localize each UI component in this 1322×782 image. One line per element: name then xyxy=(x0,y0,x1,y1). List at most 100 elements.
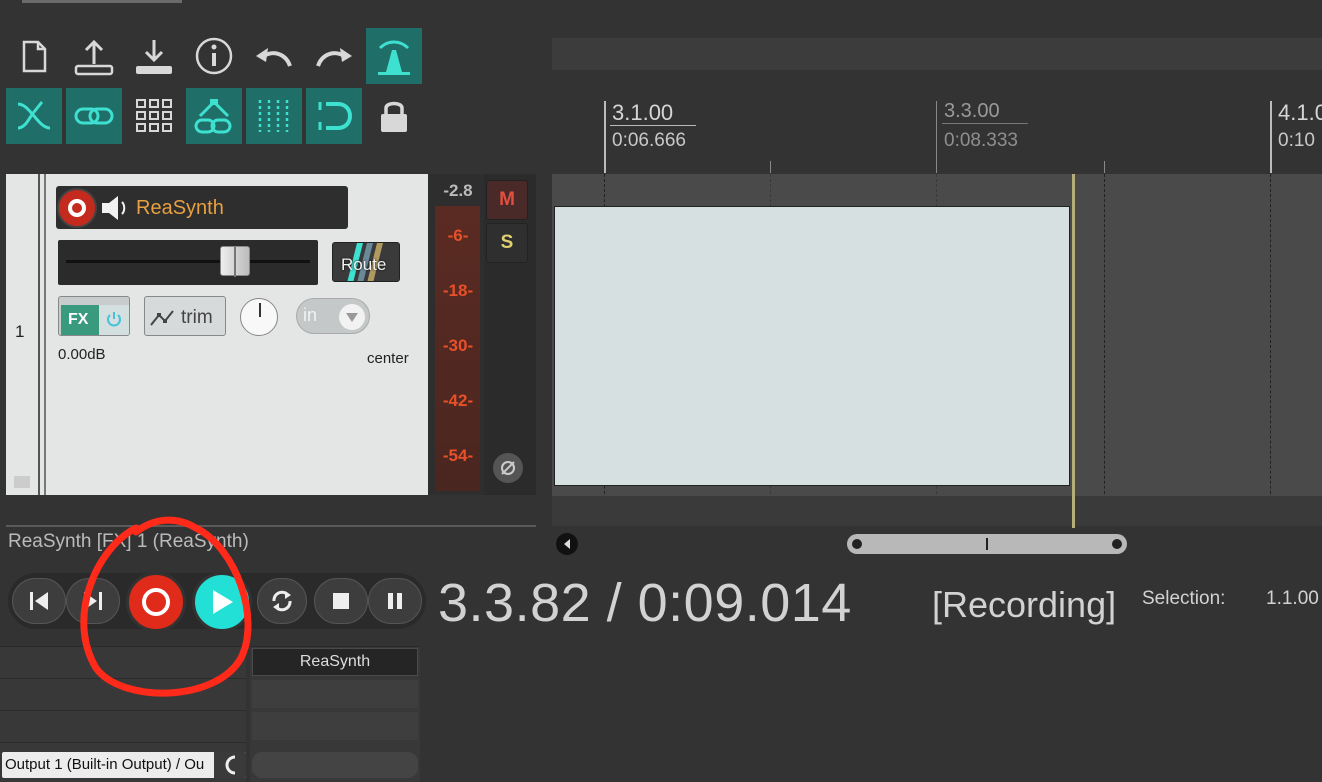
lock-button[interactable] xyxy=(366,88,422,144)
record-arm-button[interactable] xyxy=(57,188,97,228)
redo-button[interactable] xyxy=(306,28,362,84)
scroll-left-button[interactable] xyxy=(556,533,578,555)
fx-label: FX xyxy=(68,311,89,328)
upload-icon xyxy=(74,39,114,76)
chevron-down-icon xyxy=(346,313,358,322)
solo-button[interactable]: S xyxy=(486,223,528,263)
solo-label: S xyxy=(500,232,514,253)
meter-peak[interactable]: -2.8 xyxy=(432,181,484,201)
record-arm-icon xyxy=(68,199,86,217)
annotation-circle xyxy=(80,516,252,697)
meter-scale-label: -6- xyxy=(447,226,469,245)
crossfade-button[interactable] xyxy=(6,88,62,144)
envelope-link-button[interactable] xyxy=(186,88,242,144)
folder-icon[interactable] xyxy=(14,476,30,488)
new-project-button[interactable] xyxy=(6,28,62,84)
undo-button[interactable] xyxy=(246,28,302,84)
info-icon xyxy=(195,37,233,75)
track-control-panel[interactable]: 1 ReaSynth Route FX trim in 0.00dB cente… xyxy=(6,174,428,495)
monitor-button[interactable] xyxy=(100,194,128,222)
group-link-icon xyxy=(194,99,232,134)
mixer-track-name-label: ReaSynth xyxy=(299,653,371,670)
trim-button[interactable]: trim xyxy=(144,296,226,336)
meter-scale-label: -54- xyxy=(442,446,474,465)
envelope-icon xyxy=(150,310,174,326)
ruler-time-label: 0:10 xyxy=(1278,130,1315,151)
transport-position[interactable]: 3.3.82 / 0:09.014 xyxy=(438,572,852,634)
metronome-button[interactable] xyxy=(366,28,422,84)
mixer-slot[interactable] xyxy=(252,752,418,778)
top-tab[interactable] xyxy=(22,0,182,3)
pause-icon xyxy=(388,593,402,609)
open-project-button[interactable] xyxy=(66,28,122,84)
snap-button[interactable] xyxy=(246,88,302,144)
track-number: 1 xyxy=(15,322,25,341)
repeat-icon xyxy=(272,590,292,612)
phase-icon xyxy=(501,461,515,475)
mute-button[interactable]: M xyxy=(486,180,528,220)
skip-back-icon xyxy=(30,592,48,610)
horizontal-scrollbar-thumb[interactable] xyxy=(847,534,1127,554)
selection-label: Selection: xyxy=(1142,588,1226,609)
mixer-track-name[interactable]: ReaSynth xyxy=(252,648,418,676)
grid-button[interactable] xyxy=(126,88,182,144)
volume-readout: 0.00dB xyxy=(58,346,106,363)
volume-fader[interactable] xyxy=(58,240,318,285)
meter-scale-label: -42- xyxy=(442,391,474,410)
lock-icon xyxy=(381,101,407,132)
go-to-start-button[interactable] xyxy=(12,578,66,624)
repeat-button[interactable] xyxy=(257,578,307,624)
fx-button[interactable]: FX xyxy=(58,296,130,336)
input-label: in xyxy=(303,305,318,325)
mute-label: M xyxy=(499,189,515,210)
pan-knob[interactable] xyxy=(240,298,278,336)
output-label: Output 1 (Built-in Output) / Ou xyxy=(5,756,205,773)
save-project-button[interactable] xyxy=(126,28,182,84)
pause-button[interactable] xyxy=(368,578,422,624)
pan-readout: center xyxy=(367,350,409,367)
item-grouping-button[interactable] xyxy=(66,88,122,144)
loop-snap-icon xyxy=(318,102,353,130)
volume-fader-knob[interactable] xyxy=(220,246,250,277)
ruler-beat-label: 4.1.0 xyxy=(1278,100,1322,125)
selection-value[interactable]: 1.1.00 xyxy=(1266,588,1319,610)
redo-icon xyxy=(316,48,352,67)
play-cursor[interactable] xyxy=(1072,174,1075,528)
undo-icon xyxy=(256,48,292,67)
ruler-beat-label: 3.1.00 xyxy=(612,100,674,125)
phase-invert-button[interactable] xyxy=(493,453,523,483)
power-icon xyxy=(107,312,121,327)
ripple-button[interactable] xyxy=(306,88,362,144)
trim-label: trim xyxy=(181,307,213,328)
crossfade-icon xyxy=(17,101,51,130)
ruler-time-label: 0:06.666 xyxy=(612,130,686,151)
grid-icon xyxy=(136,99,172,132)
project-info-button[interactable] xyxy=(186,28,242,84)
output-selector[interactable]: Output 1 (Built-in Output) / Ou xyxy=(2,752,246,778)
stop-icon xyxy=(333,593,349,609)
speaker-icon xyxy=(102,196,126,220)
download-icon xyxy=(136,40,172,74)
transport-state: [Recording] xyxy=(932,584,1117,625)
top-scroll-strip[interactable] xyxy=(552,38,1322,70)
route-button[interactable]: Route xyxy=(332,242,400,282)
stop-button[interactable] xyxy=(314,578,368,624)
ruler-beat-label: 3.3.00 xyxy=(944,100,1000,122)
mixer-slot[interactable] xyxy=(252,712,418,740)
pan-arc-icon xyxy=(225,755,236,775)
link-icon xyxy=(74,107,114,125)
input-select[interactable]: in xyxy=(296,298,370,334)
reaper-window: 3.1.00 0:06.666 3.3.00 0:08.333 4.1.0 0:… xyxy=(0,0,1322,782)
arrow-left-icon xyxy=(564,539,570,549)
lane-below[interactable] xyxy=(552,496,1322,526)
ruler-time-label: 0:08.333 xyxy=(944,130,1018,151)
mixer-slot[interactable] xyxy=(252,680,418,708)
meter-scale-label: -30- xyxy=(442,336,474,355)
route-label: Route xyxy=(341,255,387,274)
metronome-icon xyxy=(378,40,410,75)
new-file-icon xyxy=(22,40,47,73)
track-name[interactable]: ReaSynth xyxy=(136,197,224,220)
recording-item[interactable] xyxy=(554,206,1070,486)
snap-grid-icon xyxy=(258,100,289,132)
meter-scale-label: -18- xyxy=(442,281,474,300)
